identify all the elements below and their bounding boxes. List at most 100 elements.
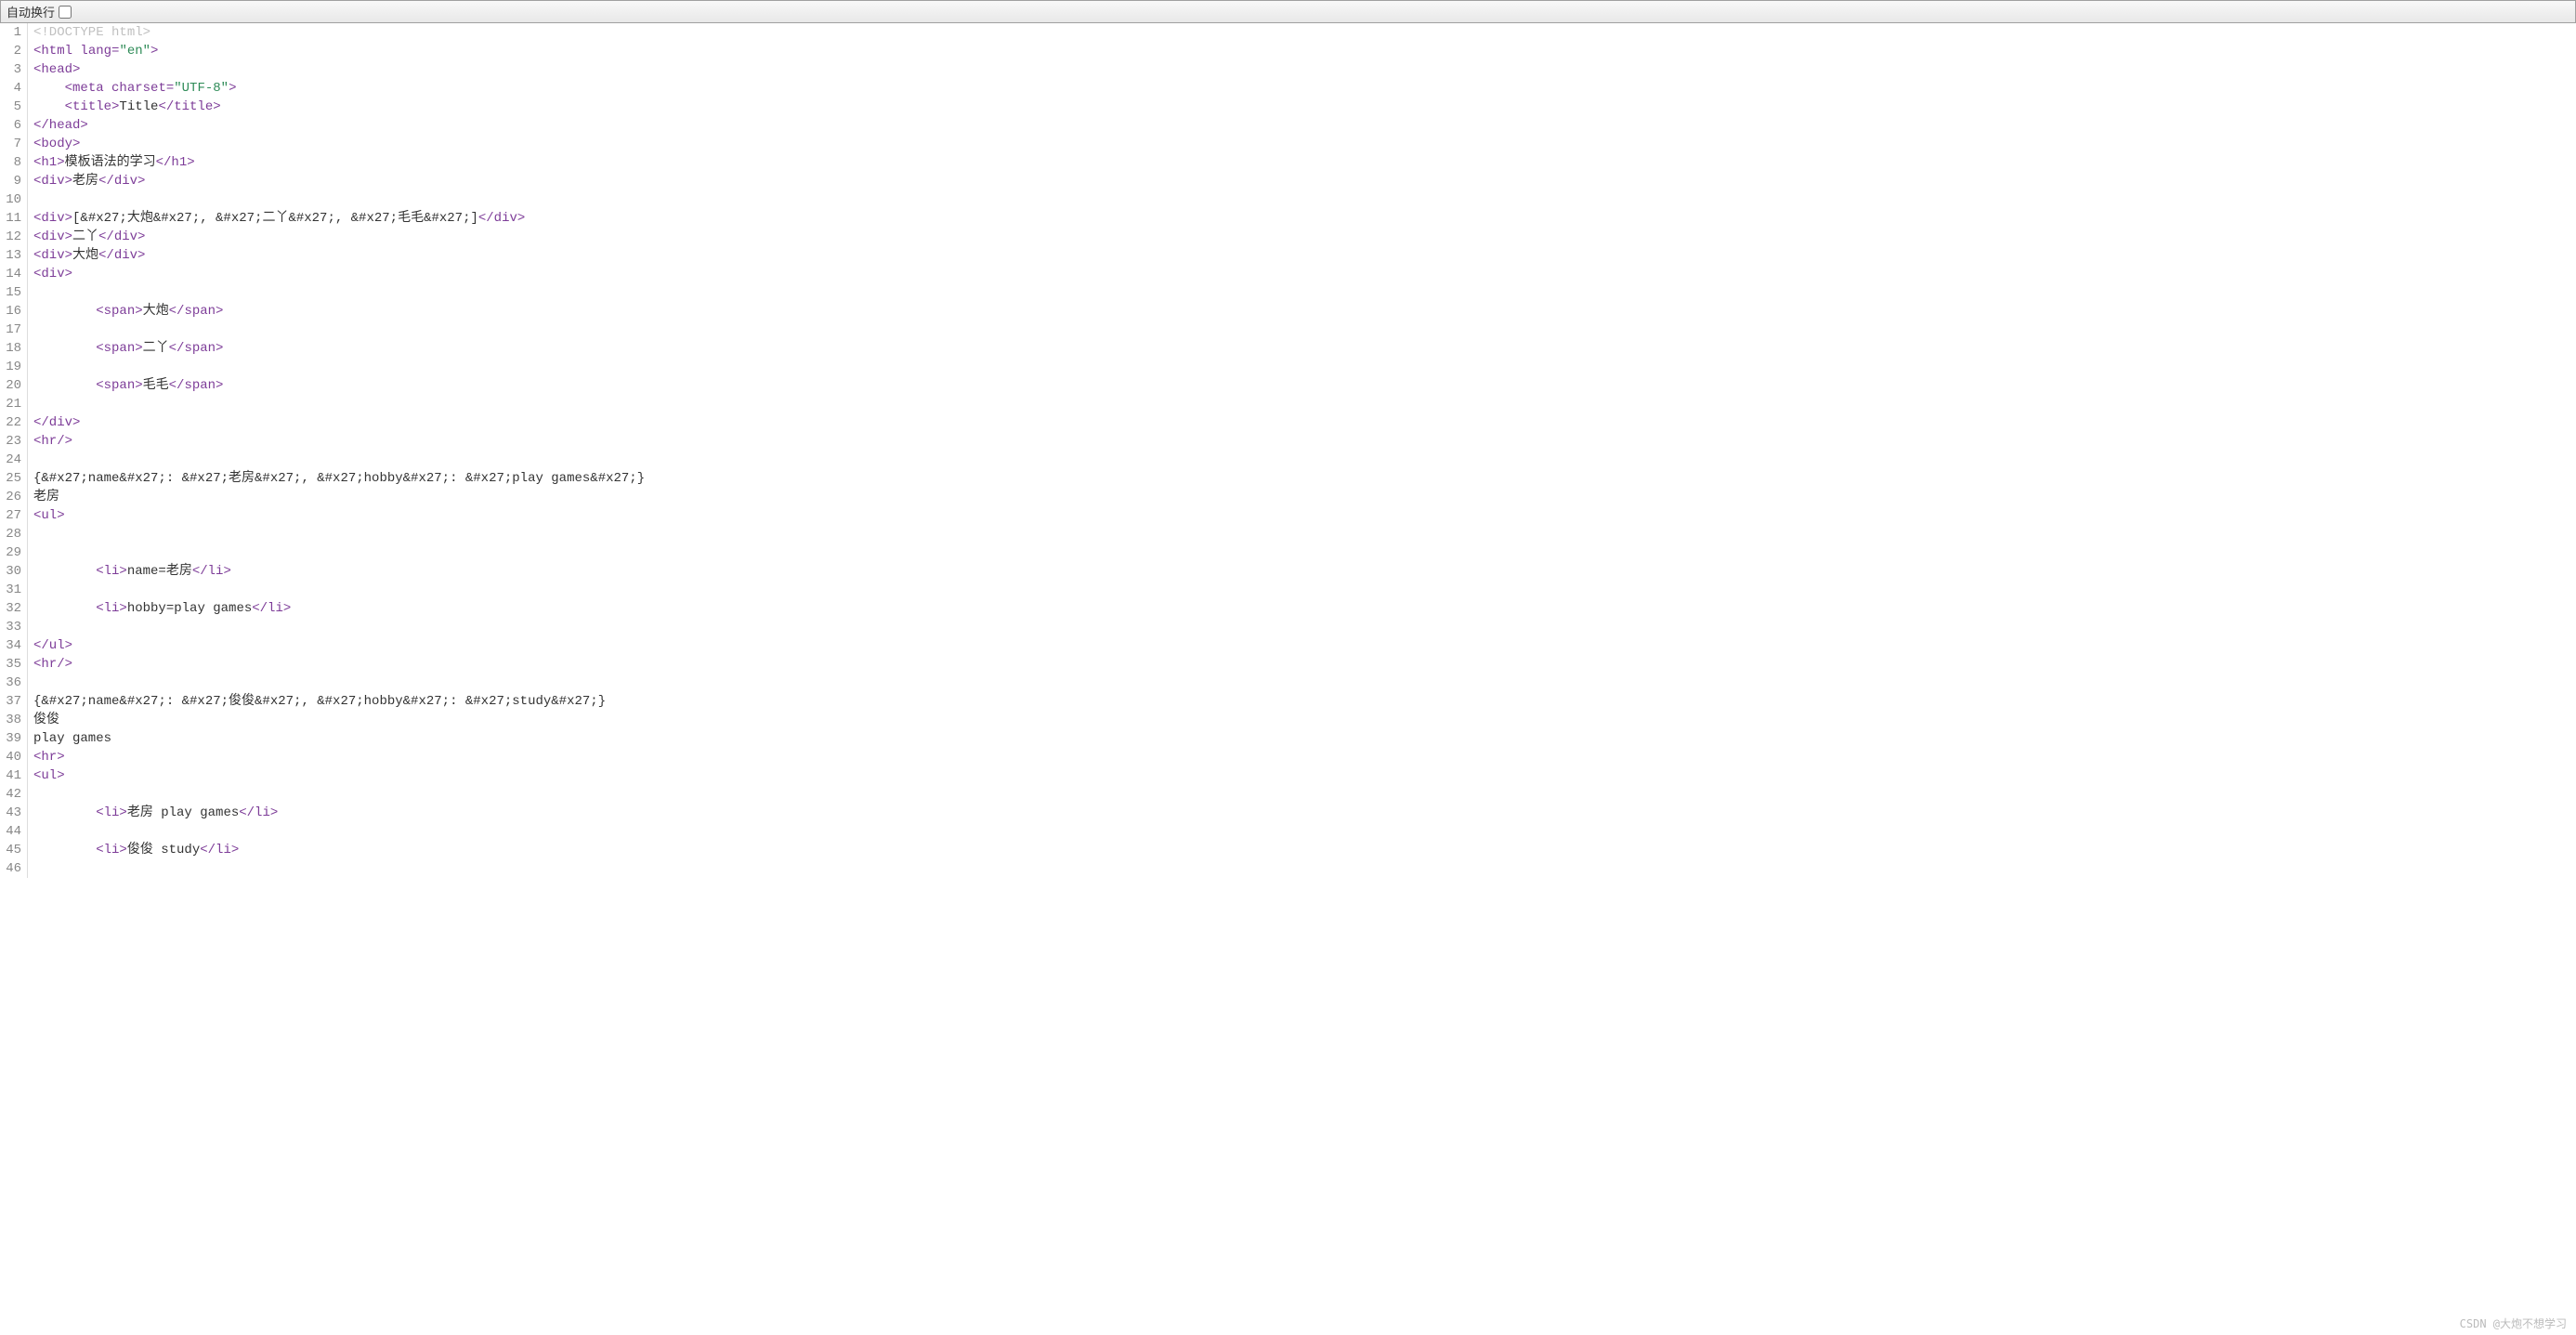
code-line[interactable] [33, 190, 2576, 209]
line-number: 30 [0, 562, 21, 581]
code-token: <div> [33, 229, 72, 244]
line-number: 12 [0, 228, 21, 246]
code-token: </li> [239, 805, 278, 820]
line-number: 40 [0, 748, 21, 766]
code-line[interactable]: <!DOCTYPE html> [33, 23, 2576, 42]
code-token: <hr> [33, 750, 65, 765]
code-token: <!DOCTYPE html> [33, 25, 150, 40]
code-token: {&#x27;name&#x27;: &#x27;俊俊&#x27;, &#x27… [33, 694, 606, 709]
code-line[interactable] [33, 395, 2576, 413]
code-token: <h1> [33, 155, 65, 170]
line-number: 23 [0, 432, 21, 451]
code-line[interactable]: <title>Title</title> [33, 98, 2576, 116]
code-line[interactable]: <div>二丫</div> [33, 228, 2576, 246]
code-line[interactable]: <body> [33, 135, 2576, 153]
code-line[interactable]: <div> [33, 265, 2576, 283]
line-number: 32 [0, 599, 21, 618]
code-line[interactable]: play games [33, 729, 2576, 748]
code-line[interactable]: </ul> [33, 636, 2576, 655]
code-line[interactable] [33, 618, 2576, 636]
code-token: </li> [192, 564, 231, 579]
code-line[interactable] [33, 321, 2576, 339]
code-token: </li> [200, 843, 239, 857]
code-token: <ul> [33, 508, 65, 523]
code-line[interactable] [33, 451, 2576, 469]
code-line[interactable]: <ul> [33, 766, 2576, 785]
code-token [33, 341, 96, 356]
code-line[interactable]: <hr/> [33, 655, 2576, 674]
code-token: <ul> [33, 768, 65, 783]
code-line[interactable] [33, 543, 2576, 562]
code-area[interactable]: <!DOCTYPE html> <html lang="en"><head> <m… [28, 23, 2576, 878]
code-line[interactable] [33, 822, 2576, 841]
code-token: </title> [158, 99, 220, 114]
code-token: </div> [98, 174, 145, 189]
code-line[interactable]: <meta charset="UTF-8"> [33, 79, 2576, 98]
code-token: <hr/> [33, 434, 72, 449]
code-line[interactable]: <ul> [33, 506, 2576, 525]
code-line[interactable]: {&#x27;name&#x27;: &#x27;老房&#x27;, &#x27… [33, 469, 2576, 488]
line-number: 16 [0, 302, 21, 321]
code-token: <div> [33, 248, 72, 263]
code-token: hobby=play games [127, 601, 252, 616]
code-token: <div> [33, 211, 72, 226]
code-token: </ul> [33, 638, 72, 653]
code-token [33, 81, 65, 96]
code-line[interactable]: {&#x27;name&#x27;: &#x27;俊俊&#x27;, &#x27… [33, 692, 2576, 711]
code-token: <meta [65, 81, 111, 96]
code-line[interactable] [33, 358, 2576, 376]
code-token [33, 843, 96, 857]
code-line[interactable]: </div> [33, 413, 2576, 432]
code-line[interactable] [33, 581, 2576, 599]
code-token: <span> [96, 304, 142, 319]
line-number: 35 [0, 655, 21, 674]
code-editor: 1234567891011121314151617181920212223242… [0, 23, 2576, 878]
code-line[interactable]: <h1>模板语法的学习</h1> [33, 153, 2576, 172]
code-token: name=老房 [127, 564, 192, 579]
code-token: 二丫 [143, 341, 169, 356]
code-line[interactable]: <li>hobby=play games</li> [33, 599, 2576, 618]
code-line[interactable]: <html lang="en"> [33, 42, 2576, 60]
code-token: [&#x27;大炮&#x27;, &#x27;二丫&#x27;, &#x27;毛… [72, 211, 478, 226]
code-line[interactable]: <head> [33, 60, 2576, 79]
code-line[interactable]: <li>name=老房</li> [33, 562, 2576, 581]
code-token: </span> [169, 378, 224, 393]
code-token: 大炮 [143, 304, 169, 319]
code-token: </div> [98, 229, 145, 244]
code-line[interactable] [33, 525, 2576, 543]
code-token: 俊俊 [33, 713, 59, 727]
line-number: 10 [0, 190, 21, 209]
code-line[interactable] [33, 674, 2576, 692]
line-number: 18 [0, 339, 21, 358]
wrap-checkbox[interactable] [59, 6, 72, 19]
line-number: 15 [0, 283, 21, 302]
code-token: <li> [96, 843, 127, 857]
code-line[interactable]: <div>[&#x27;大炮&#x27;, &#x27;二丫&#x27;, &#… [33, 209, 2576, 228]
code-line[interactable]: <hr> [33, 748, 2576, 766]
code-line[interactable] [33, 283, 2576, 302]
code-token: > [150, 44, 158, 59]
code-line[interactable]: 老房 [33, 488, 2576, 506]
code-token: <span> [96, 341, 142, 356]
code-line[interactable]: <div>老房</div> [33, 172, 2576, 190]
code-line[interactable]: <span>大炮</span> [33, 302, 2576, 321]
line-number: 20 [0, 376, 21, 395]
code-line[interactable]: <span>二丫</span> [33, 339, 2576, 358]
line-number: 6 [0, 116, 21, 135]
code-token [33, 304, 96, 319]
code-line[interactable]: <span>毛毛</span> [33, 376, 2576, 395]
code-line[interactable]: <hr/> [33, 432, 2576, 451]
code-token: </div> [98, 248, 145, 263]
line-number: 13 [0, 246, 21, 265]
code-line[interactable] [33, 785, 2576, 804]
code-line[interactable]: <div>大炮</div> [33, 246, 2576, 265]
code-line[interactable]: <li>老房 play games</li> [33, 804, 2576, 822]
code-token: <li> [96, 601, 127, 616]
line-number: 45 [0, 841, 21, 859]
code-line[interactable]: </head> [33, 116, 2576, 135]
toolbar: 自动换行 [0, 0, 2576, 23]
line-number: 22 [0, 413, 21, 432]
code-line[interactable]: <li>俊俊 study</li> [33, 841, 2576, 859]
code-line[interactable]: 俊俊 [33, 711, 2576, 729]
code-token: {&#x27;name&#x27;: &#x27;老房&#x27;, &#x27… [33, 471, 645, 486]
